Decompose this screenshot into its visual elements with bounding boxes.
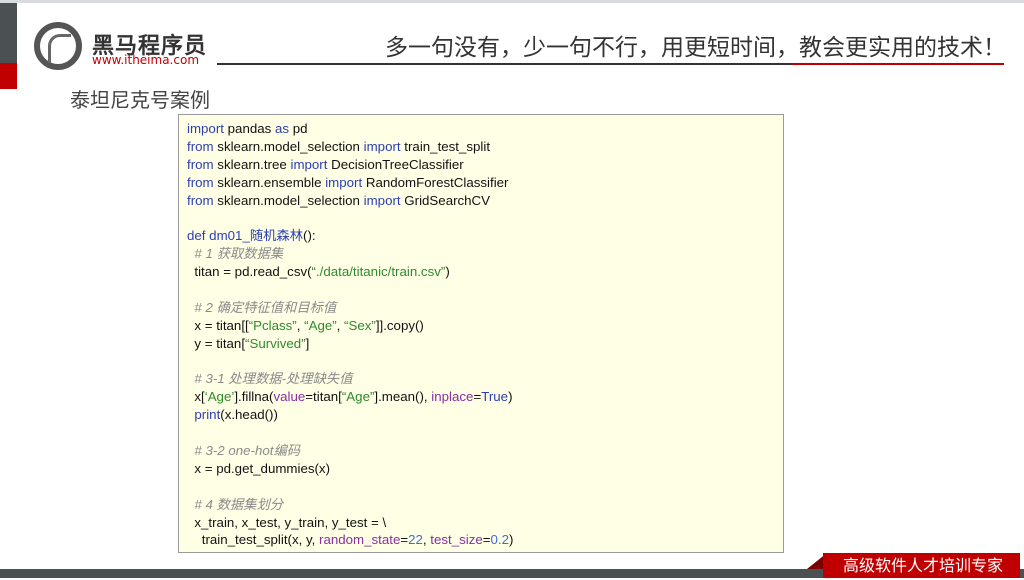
code-token: x[ (187, 389, 205, 405)
code-token: import (290, 156, 328, 172)
code-line: # 2 确定特征值和目标值 (187, 299, 775, 317)
code-token: RandomForestClassifier (362, 174, 509, 190)
code-token: random_state (319, 532, 401, 548)
code-token: ) (509, 532, 514, 548)
code-token: # 1 获取数据集 (187, 246, 284, 262)
code-line: # 1 获取数据集 (187, 245, 775, 263)
code-token: ) (508, 389, 513, 405)
code-line: from sklearn.model_selection import Grid… (187, 192, 775, 210)
code-token: from (187, 174, 214, 190)
code-token: ].fillna( (234, 389, 274, 405)
code-line: x_train, x_test, y_train, y_test = \ (187, 514, 775, 532)
code-token: # 4 数据集划分 (187, 496, 284, 512)
code-token: test_size (430, 532, 483, 548)
code-token: train_test_split(x, y, (187, 532, 320, 548)
code-token: inplace (431, 389, 474, 405)
code-token: “Sex” (344, 317, 376, 333)
code-line: from sklearn.model_selection import trai… (187, 138, 775, 156)
side-dark-bar (0, 3, 17, 63)
code-token: value (273, 389, 306, 405)
code-token: ].mean(), (374, 389, 432, 405)
code-token: sklearn.tree (213, 156, 291, 172)
code-line: train_test_split(x, y, random_state=22, … (187, 531, 775, 549)
code-line: def dm01_随机森林(): (187, 227, 775, 245)
code-token: pandas (223, 121, 275, 136)
code-token: “Pclass” (248, 317, 297, 333)
code-token: “Age” (304, 317, 337, 333)
code-line: titan = pd.read_csv(“./data/titanic/trai… (187, 263, 775, 281)
code-block: import pandas as pd from sklearn.model_se… (178, 114, 784, 553)
code-token: sklearn.model_selection (213, 192, 364, 208)
code-token: =titan[ (305, 389, 342, 405)
code-token: from (187, 192, 214, 208)
code-token: x = pd.get_dummies(x) (187, 460, 330, 476)
slide-title: 泰坦尼克号案例 (70, 88, 210, 112)
code-token: sklearn.ensemble (213, 174, 326, 190)
footer-ribbon: 高级软件人才培训专家 (823, 553, 1020, 578)
code-token: import (187, 121, 224, 136)
code-token: ]].copy() (375, 317, 424, 333)
code-token: print (194, 407, 221, 423)
code-token: “Age” (341, 389, 375, 405)
brand-url: www.itheima.com (92, 53, 200, 67)
code-token: sklearn.model_selection (213, 138, 364, 154)
code-token: y = titan[ (187, 335, 246, 351)
code-token: ) (445, 264, 450, 280)
code-token: import (363, 192, 401, 208)
side-red-bar (0, 63, 17, 89)
top-strip (0, 0, 1024, 3)
code-token: titan = pd.read_csv( (187, 264, 312, 280)
code-token: , (336, 317, 345, 333)
code-line: y = titan[“Survived”] (187, 335, 775, 353)
code-line: import pandas as pd (187, 120, 775, 138)
code-token: True (481, 389, 509, 405)
code-token: “./data/titanic/train.csv” (311, 264, 446, 280)
code-token: from (187, 138, 214, 154)
code-token: import (363, 138, 401, 154)
code-token: = (400, 532, 409, 548)
code-line: # 3-1 处理数据-处理缺失值 (187, 370, 775, 388)
code-token: def dm01_随机森林 (187, 228, 304, 244)
code-token: ‘Age’ (204, 389, 235, 405)
code-line: # 3-2 one-hot编码 (187, 442, 775, 460)
code-token: (x.head()) (220, 407, 278, 423)
code-token: 22 (408, 532, 423, 548)
code-line: x = titan[[“Pclass”, “Age”, “Sex”]].copy… (187, 317, 775, 335)
code-token: x = titan[[ (187, 317, 249, 333)
code-token: ] (305, 335, 310, 351)
code-line: # 4 数据集划分 (187, 496, 775, 514)
header-divider (217, 63, 792, 65)
code-token: # 3-2 one-hot编码 (187, 443, 301, 459)
code-token: = (482, 532, 491, 548)
code-token: from (187, 156, 214, 172)
code-token: (): (303, 228, 316, 244)
code-token: train_test_split (400, 138, 491, 154)
code-line: x = pd.get_dummies(x) (187, 460, 775, 478)
code-line: print(x.head()) (187, 406, 775, 424)
code-token: # 2 确定特征值和目标值 (187, 299, 337, 315)
code-token: # 3-1 处理数据-处理缺失值 (187, 371, 353, 387)
code-token: GridSearchCV (400, 192, 491, 208)
code-token: “Survived” (245, 335, 306, 351)
code-token: DecisionTreeClassifier (327, 156, 464, 172)
code-token: import (325, 174, 363, 190)
code-line: from sklearn.tree import DecisionTreeCla… (187, 156, 775, 174)
horse-logo-icon (34, 22, 82, 70)
code-line: from sklearn.ensemble import RandomFores… (187, 174, 775, 192)
header-divider-accent (792, 63, 1004, 65)
code-token: as (274, 121, 290, 136)
code-token: 0.2 (490, 532, 510, 548)
slogan: 多一句没有，少一句不行，用更短时间，教会更实用的技术！ (385, 35, 1006, 61)
code-token: x_train, x_test, y_train, y_test = \ (187, 514, 387, 530)
code-token: pd (289, 121, 308, 136)
code-line: x[‘Age’].fillna(value=titan[“Age”].mean(… (187, 388, 775, 406)
